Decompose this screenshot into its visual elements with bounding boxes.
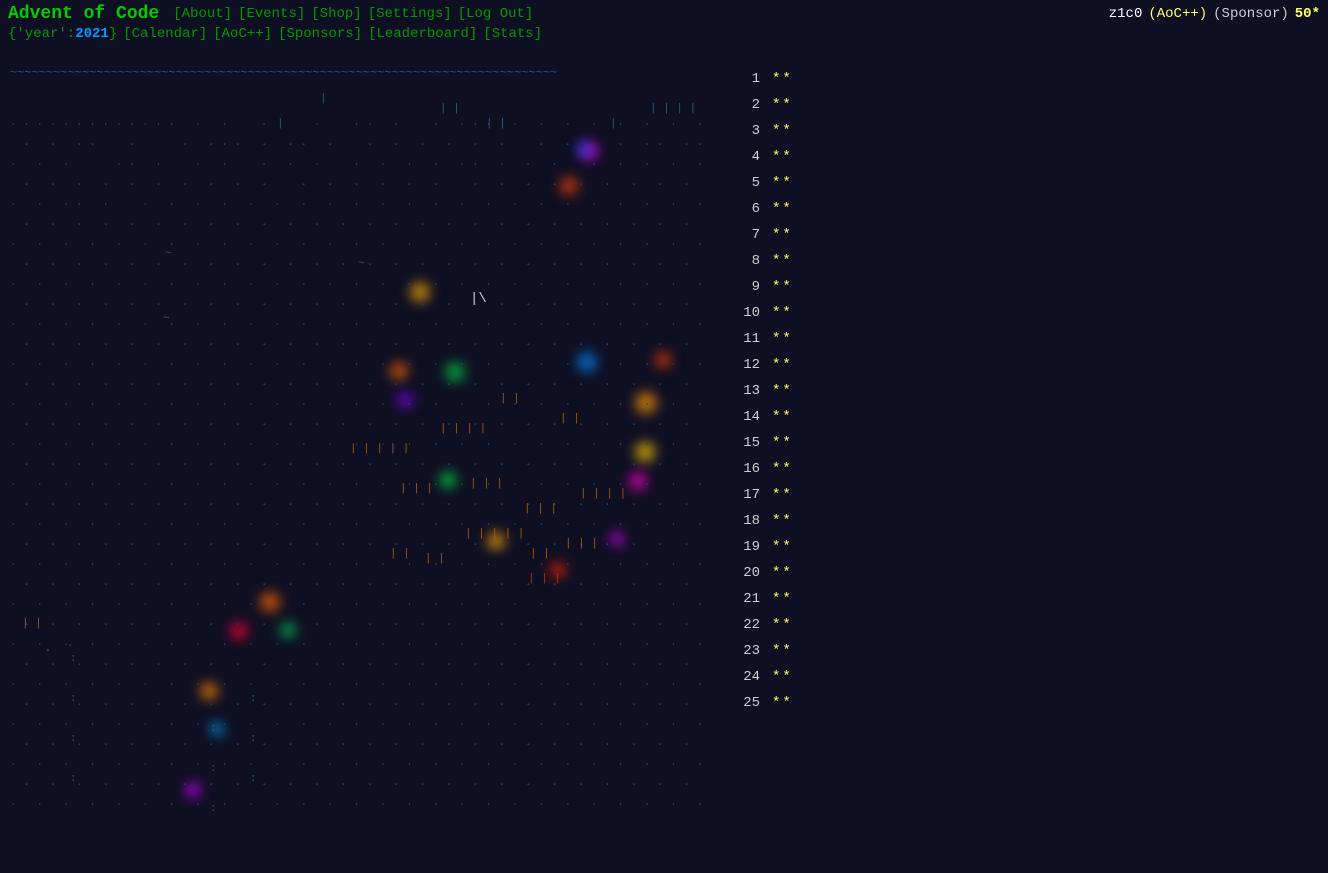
day-stars: ** [772,149,793,165]
nav-settings[interactable]: [Settings] [368,6,452,22]
nav-about[interactable]: [About] [173,6,232,22]
day-number: 5 [730,175,760,191]
calendar-area: ~~~~~~~~~~~~~~~~~~~~~~~~~~~~~~~~~~~~~~~~… [0,56,710,812]
day-number: 3 [730,123,760,139]
day-number: 22 [730,617,760,633]
nav-stats[interactable]: [Stats] [483,26,542,42]
day-row[interactable]: 17 ** [730,482,1308,508]
day-row[interactable]: 11 ** [730,326,1308,352]
day-stars: ** [772,123,793,139]
day-number: 21 [730,591,760,607]
day-number: 23 [730,643,760,659]
day-number: 19 [730,539,760,555]
day-number: 24 [730,669,760,685]
day-row[interactable]: 18 ** [730,508,1308,534]
day-stars: ** [772,71,793,87]
day-number: 9 [730,279,760,295]
day-stars: ** [772,97,793,113]
day-stars: ** [772,591,793,607]
day-number: 18 [730,513,760,529]
day-row[interactable]: 2 ** [730,92,1308,118]
day-stars: ** [772,513,793,529]
day-stars: ** [772,357,793,373]
day-row[interactable]: 5 ** [730,170,1308,196]
day-number: 11 [730,331,760,347]
day-row[interactable]: 4 ** [730,144,1308,170]
day-stars: ** [772,617,793,633]
stars-count: 50* [1295,6,1320,22]
day-stars: ** [772,409,793,425]
day-stars: ** [772,643,793,659]
day-row[interactable]: 8 ** [730,248,1308,274]
day-number: 4 [730,149,760,165]
nav-leaderboard[interactable]: [Leaderboard] [368,26,477,42]
username: z1c0 [1109,6,1143,22]
day-number: 16 [730,461,760,477]
day-stars: ** [772,565,793,581]
site-title: Advent of Code [8,4,159,24]
day-row[interactable]: 19 ** [730,534,1308,560]
day-row[interactable]: 7 ** [730,222,1308,248]
nav-shop[interactable]: [Shop] [311,6,361,22]
sponsor-link[interactable]: (Sponsor) [1213,6,1289,22]
day-number: 20 [730,565,760,581]
day-row[interactable]: 3 ** [730,118,1308,144]
day-number: 1 [730,71,760,87]
nav-sponsors[interactable]: [Sponsors] [278,26,362,42]
day-number: 8 [730,253,760,269]
day-stars: ** [772,487,793,503]
nav-calendar[interactable]: [Calendar] [123,26,207,42]
day-number: 6 [730,201,760,217]
nav-aocpp[interactable]: [AoC++] [213,26,272,42]
day-number: 2 [730,97,760,113]
day-row[interactable]: 22 ** [730,612,1308,638]
year-badge: {'year':2021} [8,26,117,42]
day-row[interactable]: 1 ** [730,66,1308,92]
day-stars: ** [772,539,793,555]
day-number: 7 [730,227,760,243]
day-number: 12 [730,357,760,373]
day-stars: ** [772,461,793,477]
day-row[interactable]: 6 ** [730,196,1308,222]
day-stars: ** [772,669,793,685]
day-stars: ** [772,279,793,295]
day-number: 10 [730,305,760,321]
day-stars: ** [772,305,793,321]
tilde-row: ~~~~~~~~~~~~~~~~~~~~~~~~~~~~~~~~~~~~~~~~… [10,66,700,80]
day-number: 25 [730,695,760,711]
day-row[interactable]: 24 ** [730,664,1308,690]
day-number: 14 [730,409,760,425]
day-row[interactable]: 25 ** [730,690,1308,716]
day-stars: ** [772,253,793,269]
day-stars: ** [772,201,793,217]
day-stars: ** [772,383,793,399]
day-row[interactable]: 10 ** [730,300,1308,326]
day-row[interactable]: 12 ** [730,352,1308,378]
day-row[interactable]: 14 ** [730,404,1308,430]
day-row[interactable]: 21 ** [730,586,1308,612]
day-stars: ** [772,695,793,711]
day-number: 17 [730,487,760,503]
day-row[interactable]: 15 ** [730,430,1308,456]
day-row[interactable]: 16 ** [730,456,1308,482]
day-row[interactable]: 13 ** [730,378,1308,404]
day-stars: ** [772,175,793,191]
stars-list: 1**2**3**4**5**6**7**8**9**10**11**12**1… [710,56,1328,812]
ascii-art: . . . . . . . . . . . . . . . . . . . . … [10,82,710,812]
aocpp-badge[interactable]: (AoC++) [1148,6,1207,22]
nav-events[interactable]: [Events] [238,6,305,22]
day-stars: ** [772,435,793,451]
day-row[interactable]: 23 ** [730,638,1308,664]
day-number: 15 [730,435,760,451]
day-number: 13 [730,383,760,399]
day-row[interactable]: 20 ** [730,560,1308,586]
day-stars: ** [772,331,793,347]
day-stars: ** [772,227,793,243]
nav-logout[interactable]: [Log Out] [458,6,534,22]
day-row[interactable]: 9 ** [730,274,1308,300]
